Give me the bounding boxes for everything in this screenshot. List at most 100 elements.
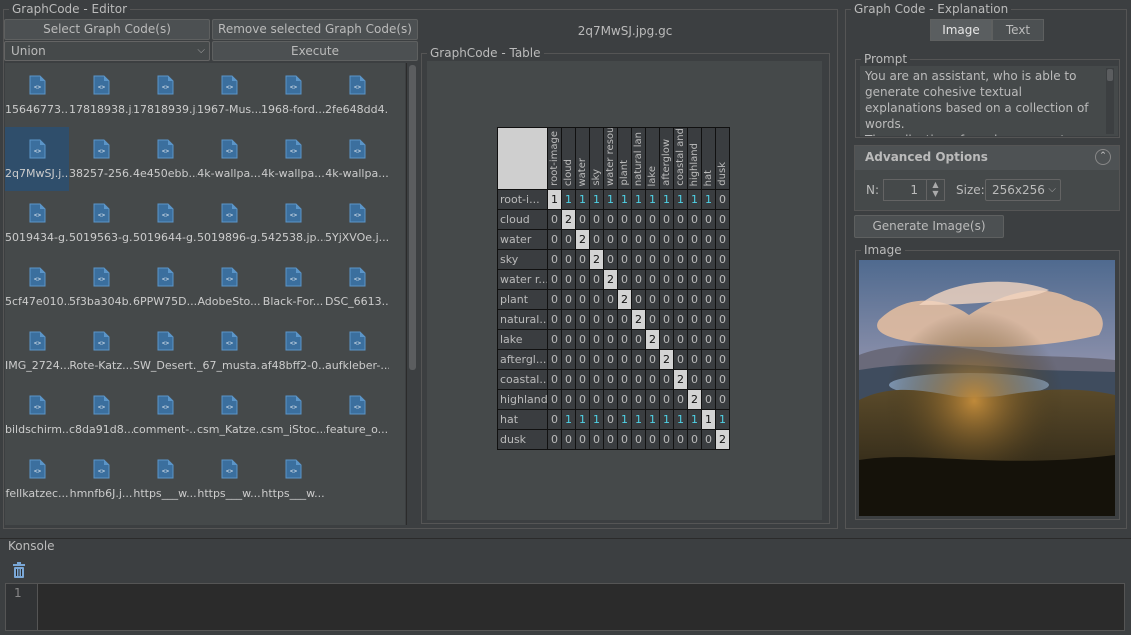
matrix-cell[interactable]: 0 (617, 269, 632, 290)
matrix-cell[interactable]: 0 (603, 429, 618, 450)
tab-image[interactable]: Image (930, 19, 992, 41)
matrix-cell[interactable]: 2 (687, 389, 702, 410)
matrix-cell[interactable]: 0 (561, 389, 576, 410)
matrix-cell[interactable]: 0 (575, 309, 590, 330)
matrix-cell[interactable]: 0 (603, 329, 618, 350)
file-item[interactable] (197, 517, 261, 525)
matrix-cell[interactable]: 0 (561, 349, 576, 370)
matrix-cell[interactable]: 0 (589, 429, 604, 450)
matrix-cell[interactable]: 0 (603, 409, 618, 430)
matrix-cell[interactable]: 1 (687, 189, 702, 210)
matrix-cell[interactable]: 0 (687, 309, 702, 330)
matrix-cell[interactable]: 1 (701, 189, 716, 210)
file-item[interactable]: <> AdobeSto... (197, 255, 261, 319)
mode-select[interactable]: Union ⌵ (4, 41, 210, 61)
matrix-cell[interactable]: 0 (561, 309, 576, 330)
matrix-cell[interactable]: 0 (659, 329, 674, 350)
matrix-cell[interactable]: 0 (589, 389, 604, 410)
file-item[interactable]: <> 5019563-g... (69, 191, 133, 255)
spinner-arrows-icon[interactable]: ▲ ▼ (926, 180, 944, 200)
file-item[interactable]: <> 5019896-g... (197, 191, 261, 255)
matrix-cell[interactable]: 0 (589, 329, 604, 350)
file-item[interactable]: <> feature_o... (325, 383, 389, 447)
matrix-cell[interactable]: 0 (673, 389, 688, 410)
file-item[interactable] (69, 517, 133, 525)
matrix-cell[interactable]: 0 (631, 209, 646, 230)
trash-icon[interactable] (12, 562, 26, 578)
matrix-cell[interactable]: 0 (603, 349, 618, 370)
matrix-cell[interactable]: 0 (617, 229, 632, 250)
advanced-options-header[interactable]: Advanced Options ⌃ (855, 146, 1119, 170)
matrix-cell[interactable]: 2 (575, 229, 590, 250)
matrix-cell[interactable]: 0 (673, 269, 688, 290)
matrix-cell[interactable]: 0 (589, 229, 604, 250)
matrix-cell[interactable]: 0 (673, 229, 688, 250)
matrix-cell[interactable]: 0 (575, 289, 590, 310)
matrix-cell[interactable]: 0 (659, 269, 674, 290)
matrix-cell[interactable]: 2 (715, 429, 730, 450)
matrix-cell[interactable]: 0 (575, 349, 590, 370)
matrix-cell[interactable]: 0 (547, 289, 562, 310)
matrix-cell[interactable]: 1 (561, 409, 576, 430)
file-item[interactable]: <> hmnfb6J.j... (69, 447, 133, 511)
matrix-cell[interactable]: 0 (701, 429, 716, 450)
matrix-cell[interactable]: 0 (687, 429, 702, 450)
matrix-cell[interactable]: 1 (687, 409, 702, 430)
prompt-scrollbar[interactable] (1106, 68, 1114, 134)
matrix-cell[interactable]: 1 (589, 409, 604, 430)
tab-text[interactable]: Text (992, 19, 1044, 41)
matrix-cell[interactable]: 0 (575, 269, 590, 290)
matrix-cell[interactable]: 0 (673, 209, 688, 230)
file-item[interactable] (5, 517, 69, 525)
file-item[interactable]: <> csm_Katze... (197, 383, 261, 447)
matrix-cell[interactable]: 1 (659, 409, 674, 430)
size-select[interactable]: 256x256 ⌵ (985, 179, 1061, 201)
file-item[interactable]: <> csm_iStoc... (261, 383, 325, 447)
generate-images-button[interactable]: Generate Image(s) (854, 215, 1004, 238)
matrix-cell[interactable]: 0 (603, 389, 618, 410)
matrix-cell[interactable]: 0 (561, 229, 576, 250)
matrix-cell[interactable]: 0 (715, 249, 730, 270)
matrix-cell[interactable]: 1 (547, 189, 562, 210)
matrix-cell[interactable]: 1 (561, 189, 576, 210)
matrix-cell[interactable]: 0 (673, 329, 688, 350)
file-item[interactable]: <> fellkatzec... (5, 447, 69, 511)
matrix-cell[interactable]: 0 (547, 269, 562, 290)
matrix-cell[interactable]: 0 (659, 209, 674, 230)
matrix-cell[interactable]: 1 (659, 189, 674, 210)
prompt-scrollbar-thumb[interactable] (1107, 69, 1113, 81)
matrix-cell[interactable]: 0 (589, 289, 604, 310)
matrix-cell[interactable]: 0 (631, 289, 646, 310)
matrix-cell[interactable]: 0 (659, 289, 674, 310)
matrix-cell[interactable]: 0 (673, 309, 688, 330)
matrix-cell[interactable]: 0 (575, 369, 590, 390)
matrix-cell[interactable]: 0 (701, 209, 716, 230)
matrix-cell[interactable]: 1 (631, 189, 646, 210)
matrix-cell[interactable]: 0 (631, 229, 646, 250)
matrix-cell[interactable]: 1 (575, 189, 590, 210)
n-spinner[interactable]: 1 ▲ ▼ (883, 179, 945, 201)
matrix-cell[interactable]: 0 (687, 229, 702, 250)
matrix-cell[interactable]: 2 (673, 369, 688, 390)
matrix-cell[interactable]: 0 (715, 269, 730, 290)
select-graph-codes-button[interactable]: Select Graph Code(s) (4, 19, 210, 40)
matrix-cell[interactable]: 2 (631, 309, 646, 330)
matrix-cell[interactable]: 0 (715, 189, 730, 210)
file-item[interactable]: <> 4e450ebb... (133, 127, 197, 191)
file-item[interactable] (261, 517, 325, 525)
file-item[interactable]: <> 1968-ford... (261, 63, 325, 127)
matrix-cell[interactable]: 0 (617, 429, 632, 450)
matrix-cell[interactable]: 1 (645, 189, 660, 210)
matrix-cell[interactable]: 0 (715, 389, 730, 410)
matrix-cell[interactable]: 0 (631, 369, 646, 390)
file-item[interactable]: <> 2q7MwSJ.j... (5, 127, 69, 191)
matrix-cell[interactable]: 0 (673, 249, 688, 270)
matrix-cell[interactable]: 0 (617, 369, 632, 390)
matrix-cell[interactable]: 0 (589, 309, 604, 330)
matrix-cell[interactable]: 1 (701, 409, 716, 430)
matrix-cell[interactable]: 0 (561, 369, 576, 390)
matrix-cell[interactable]: 0 (701, 249, 716, 270)
matrix-cell[interactable]: 0 (715, 349, 730, 370)
matrix-cell[interactable]: 0 (603, 289, 618, 310)
matrix-cell[interactable]: 2 (561, 209, 576, 230)
